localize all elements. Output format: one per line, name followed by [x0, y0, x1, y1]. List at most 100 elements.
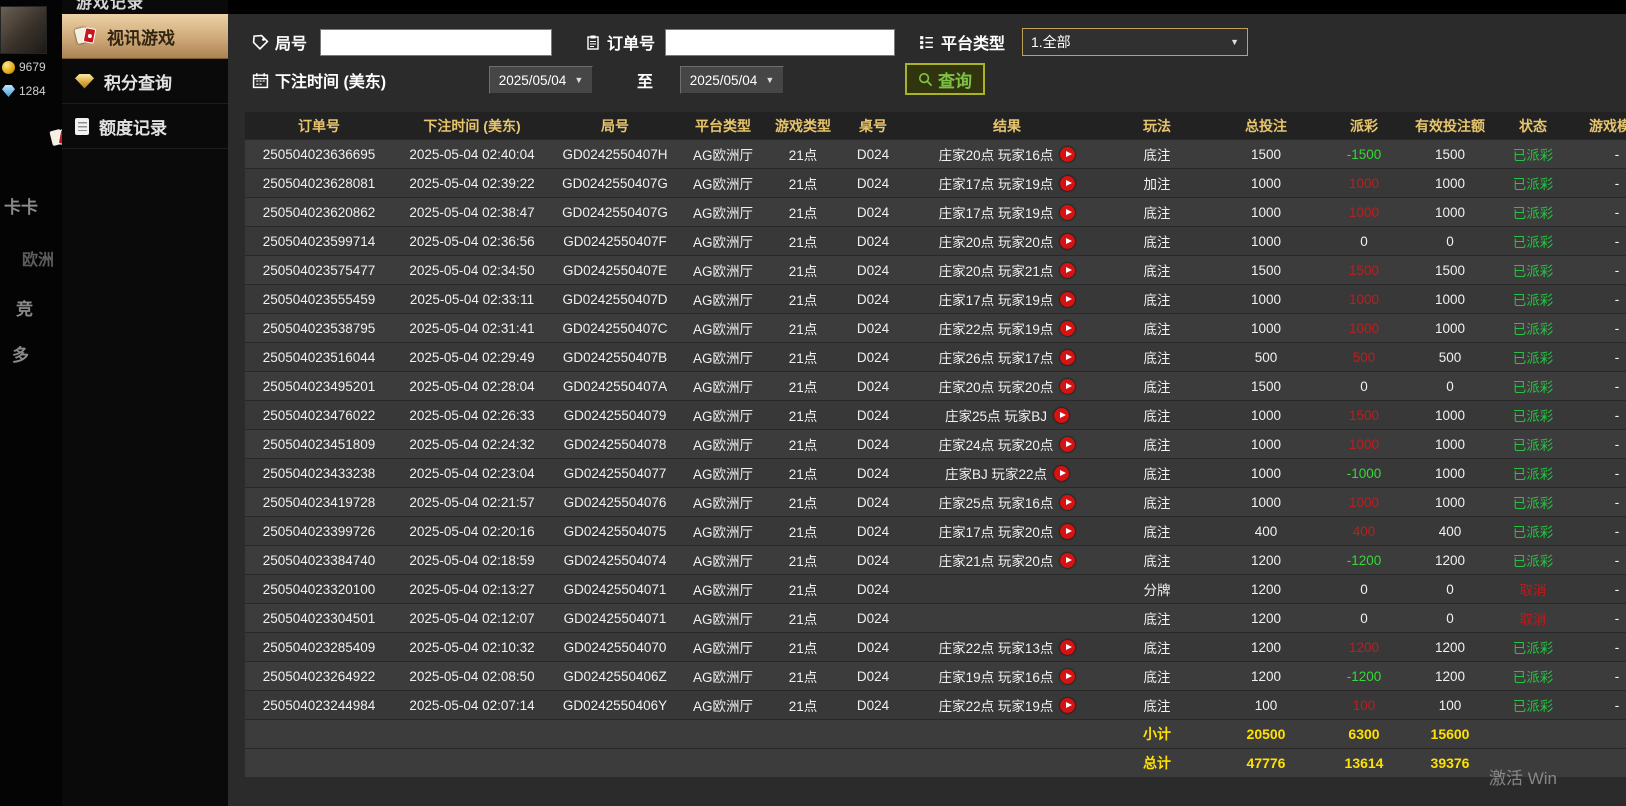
replay-video-icon[interactable]: [1060, 175, 1076, 191]
table-row: 250504023516044 2025-05-04 02:29:49 GD0242…: [245, 342, 1626, 371]
replay-video-icon[interactable]: [1060, 291, 1076, 307]
total-row-time: [393, 749, 551, 777]
cell-table_no: D024: [856, 262, 890, 278]
cell-order: 250504023636695: [262, 146, 376, 162]
coin-icon: [2, 60, 15, 74]
replay-video-icon[interactable]: [1060, 697, 1076, 713]
total-row-platform: [679, 749, 767, 777]
cell-order: 250504023419728: [262, 494, 376, 510]
platform-type-select[interactable]: 1.全部 ▼: [1022, 28, 1248, 56]
cell-game: 21点: [788, 467, 818, 482]
replay-video-icon[interactable]: [1060, 494, 1076, 510]
date-from-picker[interactable]: 2025/05/04 ▼: [489, 66, 593, 94]
cell-status: 已派彩: [1512, 148, 1554, 163]
cell-time: 2025-05-04 02:31:41: [409, 320, 535, 336]
replay-video-icon[interactable]: [1060, 378, 1076, 394]
subtotal-row-status: [1497, 720, 1569, 748]
cell-mode: -: [1614, 291, 1620, 307]
date-range-to-label: 至: [637, 74, 654, 91]
sidebar-item-points-query[interactable]: 积分查询: [62, 59, 228, 104]
cell-table_no: D024: [856, 320, 890, 336]
cell-table_no: D024: [856, 233, 890, 249]
cell-valid: 0: [1446, 233, 1454, 249]
cell-platform: AG欧洲厅: [692, 322, 753, 337]
cell-table_no: D024: [856, 581, 890, 597]
cell-result: 庄家24点 玩家20点: [907, 430, 1107, 458]
col-header-status: 状态: [1519, 117, 1547, 134]
round-no-input[interactable]: [320, 29, 552, 56]
cell-status: 已派彩: [1512, 351, 1554, 366]
cell-game: 21点: [788, 235, 818, 250]
cell-payout: 1000: [1348, 291, 1380, 307]
cell-payout: 0: [1360, 233, 1368, 249]
cell-method: 分牌: [1143, 583, 1171, 598]
sidebar-item-quota-record[interactable]: 额度记录: [62, 104, 228, 149]
cell-result: 庄家22点 玩家19点: [907, 691, 1107, 719]
search-button[interactable]: 查询: [905, 63, 985, 95]
cell-table_no: D024: [856, 436, 890, 452]
screen: 9679 1284 卡卡 欧洲 竞 多 游戏记录 视讯游戏 积分查询 额度记录 …: [0, 0, 1626, 806]
cell-platform: AG欧洲厅: [692, 583, 753, 598]
lobby-menu-glimpse: 欧洲: [22, 252, 55, 269]
cell-valid: 1000: [1434, 291, 1466, 307]
sidebar-item-video-games[interactable]: 视讯游戏: [62, 14, 228, 59]
cell-table_no: D024: [856, 465, 890, 481]
order-no-input[interactable]: [665, 29, 895, 56]
cell-game: 21点: [788, 554, 818, 569]
cell-result: 庄家BJ 玩家22点: [907, 459, 1107, 487]
replay-video-icon[interactable]: [1060, 552, 1076, 568]
cell-valid: 1500: [1434, 262, 1466, 278]
replay-video-icon[interactable]: [1060, 436, 1076, 452]
replay-video-icon[interactable]: [1060, 262, 1076, 278]
replay-video-icon[interactable]: [1060, 349, 1076, 365]
cell-time: 2025-05-04 02:36:56: [409, 233, 535, 249]
cell-method: 底注: [1143, 554, 1171, 569]
platform-type-label: 平台类型: [918, 30, 1005, 54]
cell-game: 21点: [788, 264, 818, 279]
cell-mode: -: [1614, 407, 1620, 423]
table-row: 250504023264922 2025-05-04 02:08:50 GD0242…: [245, 661, 1626, 690]
date-to-picker[interactable]: 2025/05/04 ▼: [680, 66, 784, 94]
cell-time: 2025-05-04 02:12:07: [409, 610, 535, 626]
subtotal-row: 小计 20500 6300 15600: [245, 719, 1626, 748]
replay-video-icon[interactable]: [1060, 668, 1076, 684]
cell-platform: AG欧洲厅: [692, 438, 753, 453]
cell-payout: 1000: [1348, 494, 1380, 510]
cell-table_no: D024: [856, 668, 890, 684]
cell-method: 底注: [1143, 641, 1171, 656]
cell-round: GD02425504077: [563, 465, 667, 481]
order-no-label: 订单号: [585, 30, 655, 54]
cell-time: 2025-05-04 02:33:11: [409, 291, 535, 307]
cell-platform: AG欧洲厅: [692, 148, 753, 163]
cell-status: 已派彩: [1512, 467, 1554, 482]
cell-valid: 1000: [1434, 204, 1466, 220]
cell-bet: 1000: [1250, 175, 1282, 191]
replay-video-icon[interactable]: [1054, 407, 1070, 423]
replay-video-icon[interactable]: [1060, 320, 1076, 336]
cell-platform: AG欧洲厅: [692, 467, 753, 482]
subtotal-row-bet: 20500: [1246, 726, 1286, 742]
cell-platform: AG欧洲厅: [692, 206, 753, 221]
replay-video-icon[interactable]: [1060, 146, 1076, 162]
cell-payout: 1000: [1348, 175, 1380, 191]
cell-bet: 100: [1254, 697, 1278, 713]
replay-video-icon[interactable]: [1060, 233, 1076, 249]
bet-time-label: 下注时间 (美东): [252, 68, 386, 92]
subtotal-row-game: [767, 720, 839, 748]
platform-type-value: 1.全部: [1031, 34, 1071, 50]
replay-video-icon[interactable]: [1054, 465, 1070, 481]
replay-video-icon[interactable]: [1060, 204, 1076, 220]
cell-method: 底注: [1143, 409, 1171, 424]
replay-video-icon[interactable]: [1060, 523, 1076, 539]
cell-order: 250504023538795: [262, 320, 376, 336]
cell-payout: 0: [1360, 610, 1368, 626]
records-table: 订单号 下注时间 (美东) 局号 平台类型 游戏类型 桌号 结果 玩法 总投注 派彩 有效投注额 状态…: [245, 112, 1626, 778]
cell-method: 底注: [1143, 525, 1171, 540]
cell-payout: 0: [1360, 378, 1368, 394]
cell-payout: 500: [1352, 349, 1376, 365]
replay-video-icon[interactable]: [1060, 639, 1076, 655]
table-body: 250504023636695 2025-05-04 02:40:04 GD0242…: [245, 139, 1626, 777]
cell-valid: 500: [1438, 349, 1462, 365]
cell-platform: AG欧洲厅: [692, 293, 753, 308]
cell-order: 250504023264922: [262, 668, 376, 684]
